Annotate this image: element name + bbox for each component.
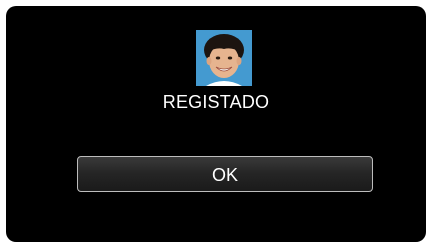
ok-button[interactable]: OK [77, 156, 373, 192]
registered-face-thumbnail [196, 30, 252, 86]
registered-status-text: REGISTADO [162, 92, 270, 112]
face-icon [196, 30, 252, 86]
